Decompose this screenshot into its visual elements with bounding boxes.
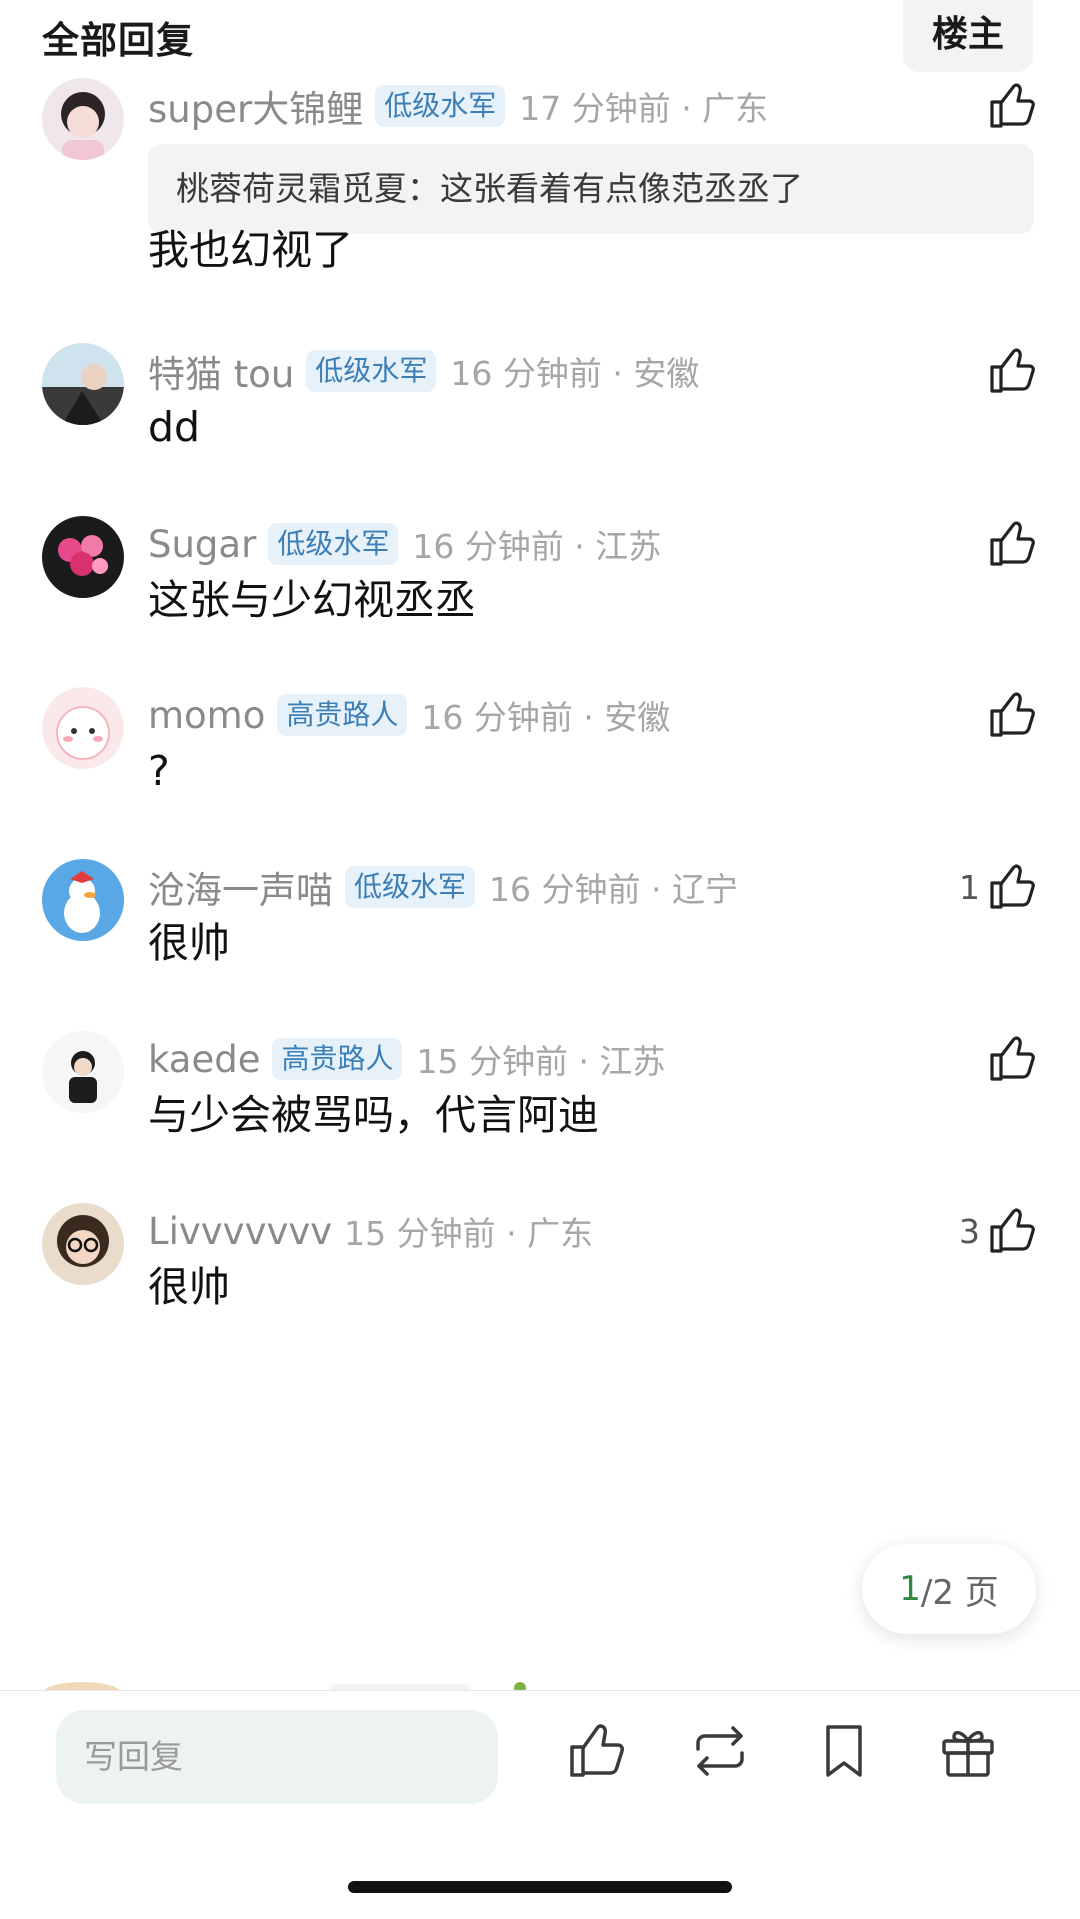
username[interactable]: 特猫 tou [148,344,294,398]
comment-meta: super大锦鲤 低级水军 17 分钟前 · 广东 [148,80,768,132]
comment-text: ? [148,747,170,795]
home-indicator [348,1881,732,1893]
total-pages: /2 页 [920,1572,999,1613]
pagination-indicator[interactable]: 1/2 页 [862,1544,1036,1634]
thumbs-up-icon [986,1205,1038,1257]
like-button[interactable] [980,516,1038,572]
user-badge: 高贵路人 [277,694,408,736]
username[interactable]: super大锦鲤 [148,79,363,133]
time-location: 16 分钟前 · 江苏 [412,527,662,566]
bottom-action-bar: 写回复 [0,1690,1080,1919]
current-page: 1 [899,1569,921,1609]
comment-meta: Sugar 低级水军 16 分钟前 · 江苏 [148,518,661,570]
gift-icon[interactable] [936,1719,1000,1783]
comment-meta: 特猫 tou 低级水军 16 分钟前 · 安徽 [148,345,699,397]
time-location: 16 分钟前 · 辽宁 [489,870,738,909]
like-button[interactable] [980,78,1038,134]
like-button[interactable] [980,343,1038,399]
comment-text: 与少会被骂吗，代言阿迪 [148,1091,599,1139]
avatar[interactable] [42,78,124,160]
username[interactable]: kaede [148,1038,260,1081]
avatar[interactable] [42,687,124,769]
comment-text: dd [148,403,201,451]
avatar[interactable] [42,1203,124,1285]
comment-meta: momo 高贵路人 16 分钟前 · 安徽 [148,689,670,741]
comment-meta: Livvvvvvv 15 分钟前 · 广东 [148,1205,593,1257]
comment-text: 这张与少幻视丞丞 [148,576,476,624]
thumbs-up-icon [986,80,1038,132]
comment-text: 我也幻视了 [148,226,353,274]
comment-meta: kaede 高贵路人 15 分钟前 · 江苏 [148,1033,665,1085]
time-location: 15 分钟前 · 江苏 [416,1042,666,1081]
like-button[interactable]: 1 [959,859,1038,915]
time-location: 17 分钟前 · 广东 [519,89,769,128]
comment-text: 很帅 [148,919,230,967]
username[interactable]: Livvvvvvv [148,1210,332,1253]
time-location: 16 分钟前 · 安徽 [450,354,700,393]
op-filter-button[interactable]: 楼主 [903,0,1033,72]
quoted-reply[interactable]: 桃蓉荷灵霜觅夏：这张看着有点像范丞丞了 [148,144,1034,234]
avatar[interactable] [42,343,124,425]
user-badge: 低级水军 [306,350,437,392]
like-count: 3 [959,1211,980,1251]
bookmark-icon[interactable] [812,1719,876,1783]
like-count: 1 [959,867,980,907]
thumbs-up-icon[interactable] [564,1719,628,1783]
user-badge: 低级水军 [345,866,476,908]
like-button[interactable] [980,1031,1038,1087]
reply-input[interactable]: 写回复 [56,1710,498,1804]
thumbs-up-icon [986,861,1038,913]
user-badge: 低级水军 [268,523,399,565]
time-location: 15 分钟前 · 广东 [344,1214,594,1253]
like-button[interactable]: 3 [959,1203,1038,1259]
thumbs-up-icon [986,689,1038,741]
time-location: 16 分钟前 · 安徽 [421,698,671,737]
username[interactable]: momo [148,694,265,737]
user-badge: 高贵路人 [272,1038,403,1080]
avatar[interactable] [42,859,124,941]
avatar[interactable] [42,516,124,598]
thumbs-up-icon [986,1033,1038,1085]
thumbs-up-icon [986,345,1038,397]
comment-text: 很帅 [148,1263,230,1311]
header: 全部回复 楼主 [0,0,1080,80]
username[interactable]: Sugar [148,523,256,566]
thumbs-up-icon [986,518,1038,570]
comment-meta: 沧海一声喵 低级水军 16 分钟前 · 辽宁 [148,861,738,913]
user-badge: 低级水军 [375,85,506,127]
repost-icon[interactable] [688,1719,752,1783]
username[interactable]: 沧海一声喵 [148,860,333,914]
like-button[interactable] [980,687,1038,743]
page-title: 全部回复 [42,19,194,62]
avatar[interactable] [42,1031,124,1113]
